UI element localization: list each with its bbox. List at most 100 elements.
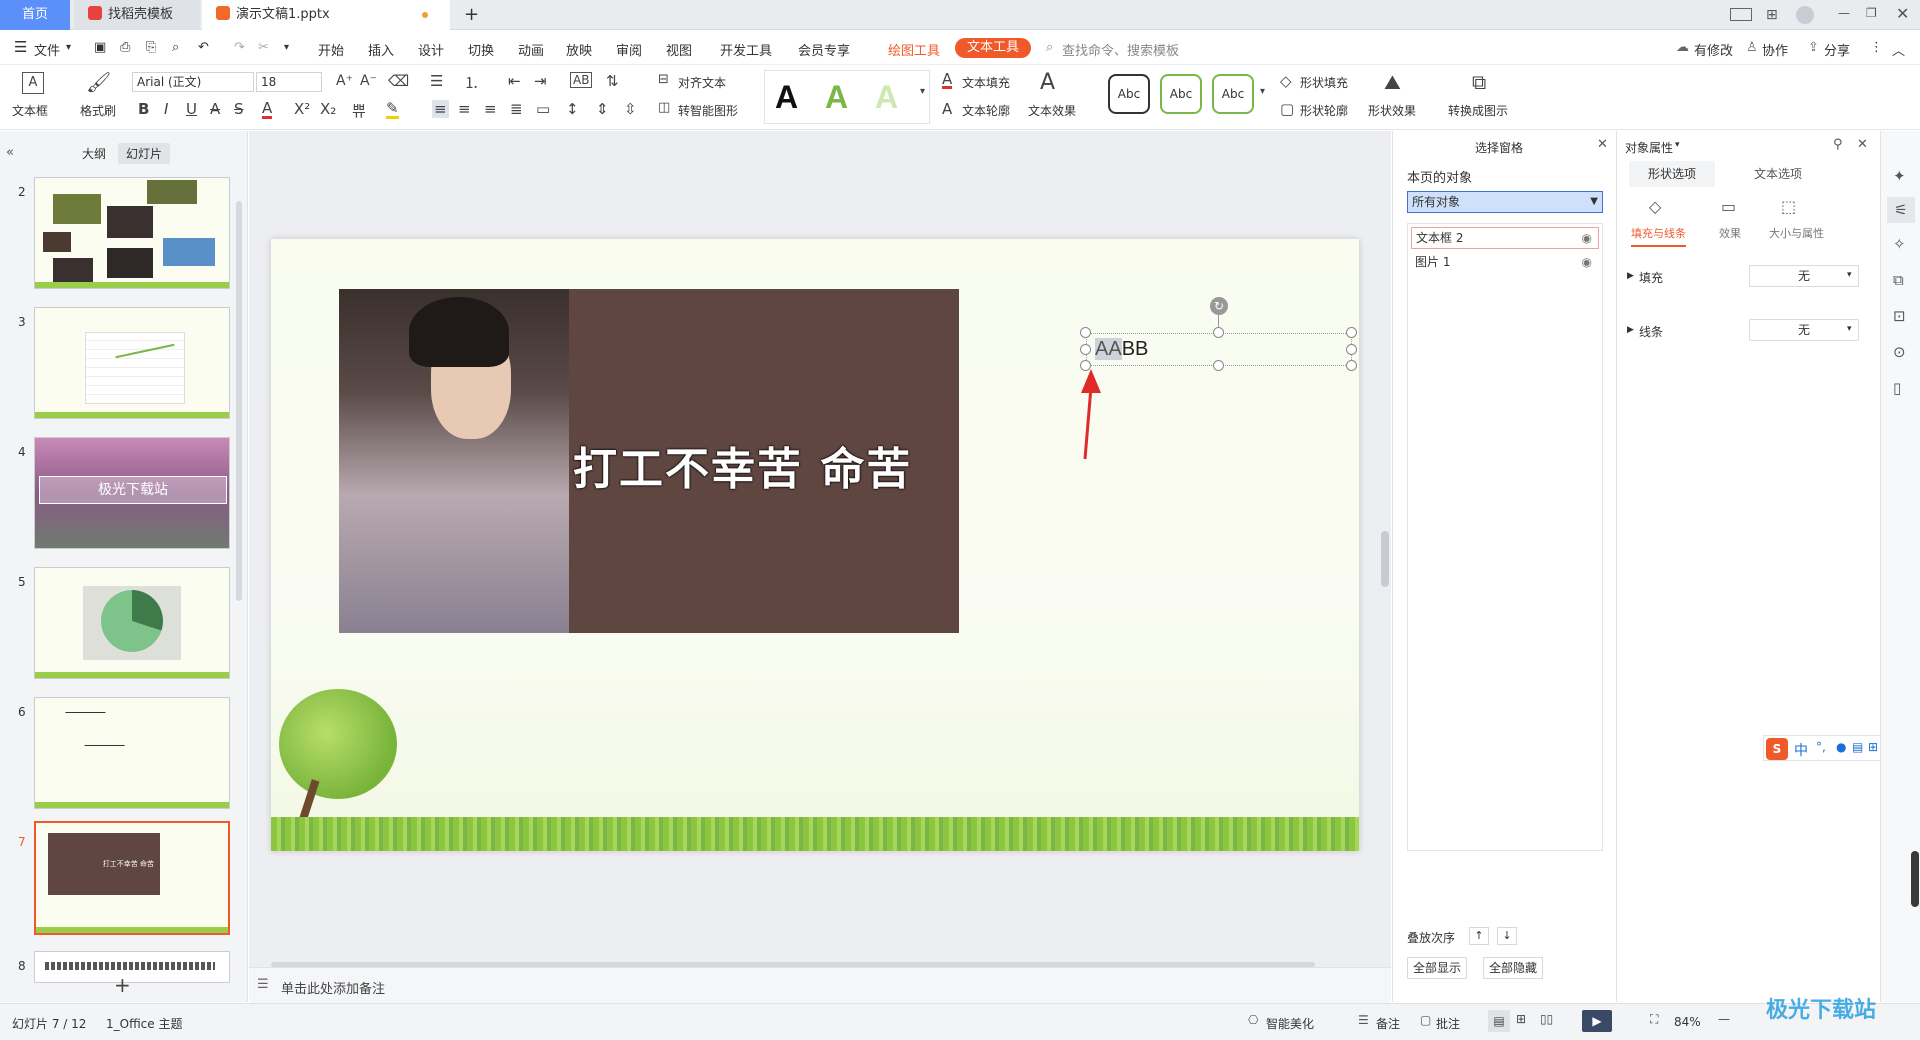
tab-home[interactable]: 首页	[0, 0, 70, 30]
italic-icon[interactable]: I	[164, 100, 168, 118]
font-name-select[interactable]: Arial (正文)	[132, 72, 254, 92]
eraser-icon[interactable]: ⌫	[388, 72, 409, 90]
modify-button[interactable]: 有修改	[1694, 40, 1733, 59]
beautify-button[interactable]: 智能美化	[1266, 1015, 1314, 1032]
slide-thumb-8[interactable]	[34, 951, 230, 983]
mic-icon[interactable]: ●	[1836, 740, 1846, 754]
resize-handle[interactable]	[1346, 327, 1357, 338]
more-chevron-icon[interactable]: ▾	[284, 42, 289, 53]
convert-chart-icon[interactable]: ⧉	[1472, 70, 1486, 94]
shrink-font-icon[interactable]: A⁻	[360, 73, 377, 89]
close-icon[interactable]: ✕	[1597, 137, 1608, 152]
more-icon[interactable]: ⋮	[1870, 40, 1883, 55]
tab-slides[interactable]: 幻灯片	[118, 143, 171, 164]
undo-icon[interactable]: ↶	[198, 40, 209, 55]
sort-icon[interactable]: ⇅	[606, 72, 619, 90]
ime-toolbar[interactable]: S 中 °, ● ▤ ⊞	[1763, 735, 1881, 761]
slides-scrollbar[interactable]	[236, 201, 242, 601]
line-select[interactable]: 无	[1749, 319, 1859, 341]
slide-thumb-2[interactable]	[34, 177, 230, 289]
format-painter-button[interactable]: 格式刷	[80, 102, 116, 119]
smart-shape-button[interactable]: 转智能图形	[678, 102, 738, 119]
text-effect-icon[interactable]: A	[1040, 70, 1055, 95]
side-handle[interactable]	[1911, 851, 1919, 907]
menu-item[interactable]: 视图	[666, 40, 692, 59]
font-color-icon[interactable]: A	[262, 100, 273, 119]
collab-button[interactable]: 协作	[1762, 40, 1788, 59]
fit-icon[interactable]: ⛶	[1650, 1012, 1658, 1027]
tab-text-options[interactable]: 文本选项	[1735, 161, 1821, 187]
menu-item[interactable]: 切换	[468, 40, 494, 59]
menu-item[interactable]: 动画	[518, 40, 544, 59]
picture-1[interactable]: 打工不幸苦 命苦	[339, 289, 959, 633]
keyboard-icon[interactable]: ▤	[1852, 740, 1863, 754]
slide-thumb-3[interactable]	[34, 307, 230, 419]
fill-select[interactable]: 无	[1749, 265, 1859, 287]
underline-icon[interactable]: U	[186, 100, 197, 118]
text-fill-button[interactable]: 文本填充	[962, 74, 1010, 91]
menu-drawing-tools[interactable]: 绘图工具	[888, 40, 940, 59]
align-left-icon[interactable]: ≡	[432, 100, 449, 118]
restore-icon[interactable]: ❐	[1866, 6, 1877, 20]
resize-handle[interactable]	[1080, 344, 1091, 355]
shape-outline-icon[interactable]: ▢	[1280, 100, 1294, 118]
shape-style-1[interactable]: Abc	[1108, 74, 1150, 114]
subtab-effect[interactable]: 效果	[1719, 225, 1741, 241]
resize-handle[interactable]	[1213, 327, 1224, 338]
menu-item[interactable]: 放映	[566, 40, 592, 59]
justify-icon[interactable]: ≣	[510, 100, 523, 118]
text-outline-button[interactable]: 文本轮廓	[962, 102, 1010, 119]
shape-style-3[interactable]: Abc	[1212, 74, 1254, 114]
properties-icon[interactable]: ⚟	[1887, 197, 1915, 223]
textbox-text[interactable]: AABB	[1095, 338, 1148, 361]
resize-handle[interactable]	[1346, 344, 1357, 355]
size-icon[interactable]: ⬚	[1781, 197, 1796, 216]
align-text-button[interactable]: 对齐文本	[678, 74, 726, 91]
line-spacing-icon[interactable]: ↕	[566, 100, 579, 118]
align-center-icon[interactable]: ≡	[458, 100, 471, 118]
menu-item[interactable]: 审阅	[616, 40, 642, 59]
expand-arrow-icon[interactable]: ▶	[1627, 325, 1634, 335]
spacing-more-icon[interactable]: ⇳	[624, 100, 637, 118]
tab-template[interactable]: 找稻壳模板	[74, 0, 200, 30]
hamburger-icon[interactable]: ☰	[14, 38, 27, 56]
menu-text-tools[interactable]: 文本工具	[955, 38, 1032, 58]
new-tab-button[interactable]: +	[458, 0, 479, 30]
shape-fill-icon[interactable]: ◇	[1280, 72, 1292, 90]
redo-icon[interactable]: ↷	[234, 40, 245, 55]
shape-gallery-expand-icon[interactable]: ▾	[1260, 86, 1265, 97]
fill-line-icon[interactable]: ◇	[1649, 197, 1661, 216]
slide-thumb-4[interactable]: 极光下载站	[34, 437, 230, 549]
indent-inc-icon[interactable]: ⇥	[534, 72, 547, 90]
effect-icon[interactable]: ▭	[1721, 197, 1736, 216]
backup-icon[interactable]: ⊡	[1893, 307, 1906, 325]
text-fill-icon[interactable]: A	[942, 72, 953, 89]
notes-toggle[interactable]: 备注	[1376, 1015, 1400, 1032]
align-right-icon[interactable]: ≡	[484, 100, 497, 118]
banner-title[interactable]: 打工不幸苦 命苦	[573, 433, 912, 497]
menu-file[interactable]: 文件	[34, 40, 60, 59]
clear-icon[interactable]: ✂	[258, 40, 269, 55]
reading-view-icon[interactable]: ▯▯	[1540, 1012, 1553, 1026]
zoom-out-icon[interactable]: —	[1718, 1012, 1730, 1026]
tab-shape-options[interactable]: 形状选项	[1629, 161, 1715, 187]
textbox-icon[interactable]: A	[22, 72, 44, 94]
location-icon[interactable]: ⊙	[1893, 343, 1906, 361]
shape-outline-button[interactable]: 形状轮廓	[1300, 102, 1348, 119]
props-title[interactable]: 对象属性	[1625, 139, 1673, 156]
align-text-icon[interactable]: ⊟	[658, 72, 669, 87]
numbering-icon[interactable]: ⒈	[464, 72, 479, 93]
object-item-textbox2[interactable]: 文本框 2 ◉	[1411, 227, 1599, 249]
chevron-down-icon[interactable]: ▾	[66, 42, 71, 53]
font-size-select[interactable]: 18	[256, 72, 322, 92]
hide-all-button[interactable]: 全部隐藏	[1483, 957, 1543, 979]
show-all-button[interactable]: 全部显示	[1407, 957, 1467, 979]
command-search[interactable]: 查找命令、搜索模板	[1062, 40, 1179, 59]
text-style-green[interactable]: A	[825, 79, 848, 116]
pin-icon[interactable]: ⚲	[1833, 137, 1843, 152]
canvas-scrollbar-v[interactable]	[1381, 531, 1389, 587]
resize-handle[interactable]	[1080, 327, 1091, 338]
menu-item[interactable]: 插入	[368, 40, 394, 59]
object-filter-select[interactable]: 所有对象 ▼	[1407, 191, 1603, 213]
print-icon[interactable]: ⎘	[146, 40, 156, 55]
